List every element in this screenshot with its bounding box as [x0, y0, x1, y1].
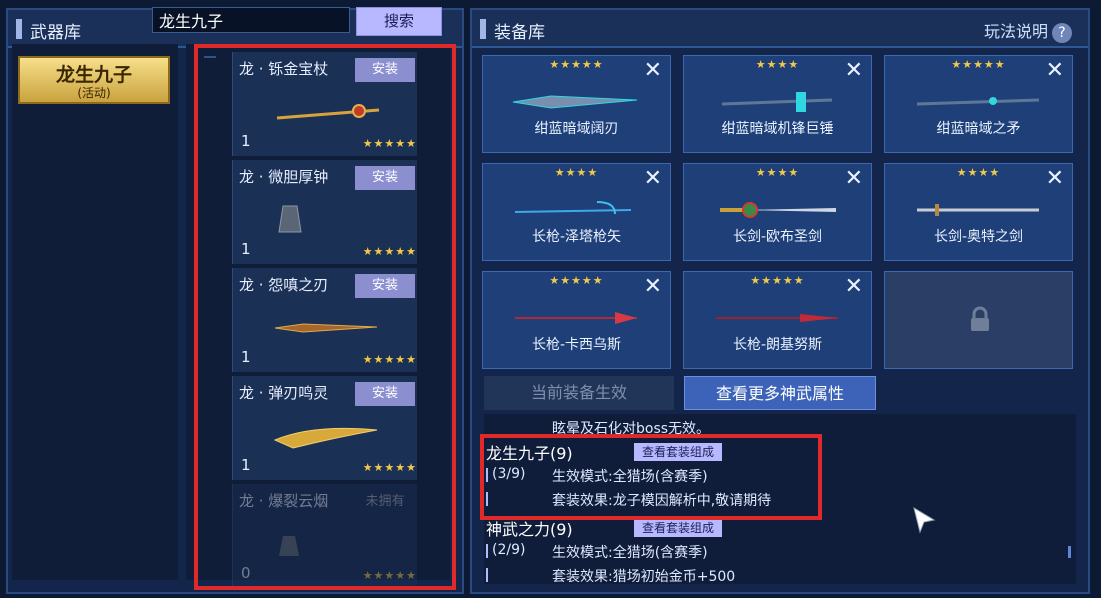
slot-stars: ★★★★★	[951, 58, 1006, 71]
close-icon[interactable]: ✕	[1046, 58, 1064, 83]
close-icon[interactable]: ✕	[1046, 166, 1064, 191]
scrollbar-thumb[interactable]	[1068, 546, 1071, 558]
equip-slot[interactable]: ★★★★ ✕ 绀蓝暗域机锋巨锤	[683, 55, 872, 153]
slot-stars: ★★★★	[755, 58, 800, 71]
category-button-dragon[interactable]: 龙生九子 (活动)	[18, 56, 170, 104]
slot-name: 长剑-欧布圣剑	[732, 229, 823, 245]
slot-name: 绀蓝暗域机锋巨锤	[721, 121, 834, 137]
lance-icon	[514, 201, 632, 215]
weapon-library-title: 武器库	[30, 23, 81, 43]
lock-icon	[971, 306, 989, 331]
slot-name: 绀蓝暗域阔刃	[534, 121, 619, 137]
help-link[interactable]: 玩法说明?	[984, 18, 1072, 43]
help-label: 玩法说明	[983, 22, 1048, 41]
broad-blade-icon	[512, 95, 638, 109]
cursor-icon	[913, 506, 936, 534]
slot-name: 长枪-泽塔枪矢	[531, 229, 622, 245]
slot-stars: ★★★★★	[750, 274, 805, 287]
slot-name: 长枪-朗基努斯	[732, 337, 823, 353]
view-set-button[interactable]: 查看套装组成	[634, 519, 722, 537]
header-marker	[16, 19, 22, 39]
slot-stars: ★★★★	[554, 166, 599, 179]
question-icon: ?	[1052, 23, 1072, 43]
close-icon[interactable]: ✕	[845, 58, 863, 83]
equip-slot[interactable]: ★★★★★ ✕ 绀蓝暗域之矛	[884, 55, 1073, 153]
close-icon[interactable]: ✕	[644, 274, 662, 299]
highlight-box-weapon-list	[194, 44, 456, 590]
tab-more-attributes[interactable]: 查看更多神武属性	[684, 376, 876, 410]
slot-name: 长枪-卡西乌斯	[531, 337, 622, 353]
search-input[interactable]	[152, 7, 350, 33]
set-progress: (2/9)	[492, 542, 526, 558]
equip-slot[interactable]: ★★★★ ✕ 长剑-欧布圣剑	[683, 163, 872, 261]
category-column	[12, 44, 178, 580]
set-effect: 套装效果:猎场初始金币+500	[552, 569, 736, 584]
crimson-spear-icon	[716, 314, 838, 322]
slot-name: 绀蓝暗域之矛	[936, 121, 1021, 137]
hammer-icon	[721, 92, 833, 112]
equip-slot[interactable]: ★★★★★ ✕ 绀蓝暗域阔刃	[482, 55, 671, 153]
tab-current-effect[interactable]: 当前装备生效	[484, 376, 674, 410]
set-mode: 生效模式:全猎场(含赛季)	[552, 545, 708, 561]
equipment-library-header: 装备库 玩法说明?	[472, 10, 1088, 48]
slot-name: 长剑-奥特之剑	[933, 229, 1024, 245]
close-icon[interactable]: ✕	[845, 274, 863, 299]
equip-slot[interactable]: ★★★★ ✕ 长剑-奥特之剑	[884, 163, 1073, 261]
search-button[interactable]: 搜索	[356, 7, 442, 36]
set-bar	[486, 568, 488, 582]
spear-icon	[916, 97, 1040, 106]
equip-slot[interactable]: ★★★★★ ✕ 长枪-卡西乌斯	[482, 271, 671, 369]
equip-slot[interactable]: ★★★★★ ✕ 长枪-朗基努斯	[683, 271, 872, 369]
slot-stars: ★★★★	[755, 166, 800, 179]
category-sub: (活动)	[77, 86, 111, 100]
equip-slot-locked	[884, 271, 1073, 369]
set-bar	[486, 544, 488, 558]
sword-icon	[720, 202, 836, 218]
slot-stars: ★★★★★	[549, 58, 604, 71]
category-name: 龙生九子	[55, 64, 132, 86]
close-icon[interactable]: ✕	[644, 58, 662, 83]
close-icon[interactable]: ✕	[845, 166, 863, 191]
slot-stars: ★★★★★	[549, 274, 604, 287]
equip-slot[interactable]: ★★★★ ✕ 长枪-泽塔枪矢	[482, 163, 671, 261]
red-lance-icon	[515, 312, 637, 324]
long-sword-icon	[917, 204, 1039, 216]
close-icon[interactable]: ✕	[644, 166, 662, 191]
header-marker	[480, 19, 486, 39]
slot-stars: ★★★★	[956, 166, 1001, 179]
highlight-box-set-info	[480, 434, 822, 520]
equipment-library-title: 装备库	[494, 23, 545, 43]
